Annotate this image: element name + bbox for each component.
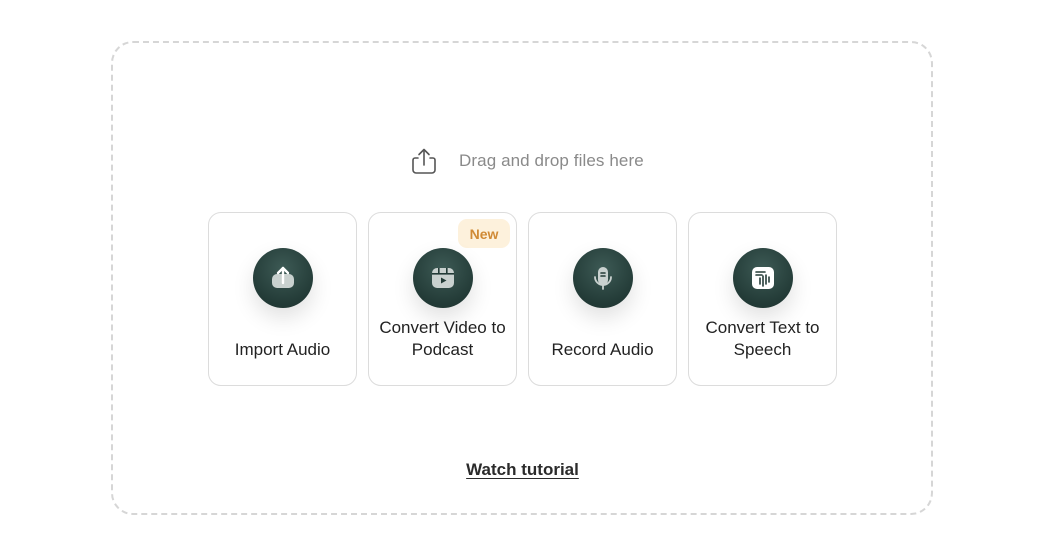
action-cards: Import Audio New Convert Video to Podcas…: [208, 212, 837, 386]
record-audio-card[interactable]: Record Audio: [528, 212, 677, 386]
upload-tray-icon: [412, 148, 436, 174]
new-badge: New: [458, 219, 510, 248]
import-audio-card[interactable]: Import Audio: [208, 212, 357, 386]
text-to-speech-icon-circle: [733, 248, 793, 308]
drag-hint: Drag and drop files here: [409, 146, 644, 176]
microphone-icon: [594, 267, 612, 290]
convert-video-icon-circle: [413, 248, 473, 308]
record-audio-icon-circle: [573, 248, 633, 308]
text-to-speech-card[interactable]: Convert Text to Speech: [688, 212, 837, 386]
text-speech-icon: [752, 267, 774, 289]
watch-tutorial-link[interactable]: Watch tutorial: [466, 460, 579, 479]
card-label: Convert Text to Speech: [705, 318, 820, 359]
tutorial-row: Watch tutorial: [0, 460, 1045, 480]
convert-video-card[interactable]: New Convert Video to Podcast: [368, 212, 517, 386]
drag-drop-text: Drag and drop files here: [459, 151, 644, 170]
card-label: Import Audio: [234, 340, 331, 359]
upload-icon: [272, 266, 294, 288]
video-play-icon: [432, 268, 454, 288]
card-label: Convert Video to Podcast: [379, 318, 506, 359]
card-label: Record Audio: [551, 340, 654, 359]
import-audio-icon-circle: [253, 248, 313, 308]
